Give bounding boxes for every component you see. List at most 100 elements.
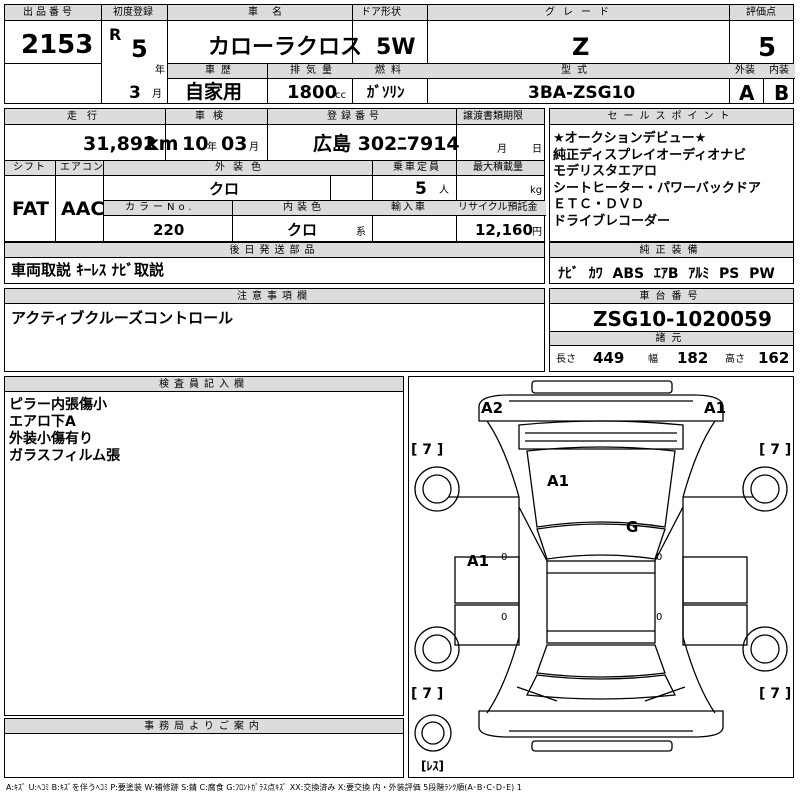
header-aircon: エアコン xyxy=(60,162,104,173)
inspector-note: ガラスフィルム張 xyxy=(9,448,121,464)
tread-rear-right: [ 7 ] xyxy=(759,686,792,702)
equipment-item: ABS xyxy=(612,266,645,282)
mileage-unit: km xyxy=(146,133,179,155)
sales-points-list: ★オークションデビュー★ 純正ディスプレイオーディオナビ モデリスタエアロ シー… xyxy=(553,131,761,230)
mark-front-right: A1 xyxy=(704,399,727,417)
inspection-month: 03 xyxy=(221,133,248,155)
ext-color: クロ xyxy=(209,180,240,198)
inspection-year-unit: 年 xyxy=(207,142,217,153)
transfer-month-unit: 月 xyxy=(497,144,507,155)
sales-point: ＥＴＣ・ＤＶＤ xyxy=(553,197,645,212)
equipment-item: PW xyxy=(749,266,775,282)
header-exterior: 外装 xyxy=(735,65,755,76)
car-diagram: A2 A1 A1 G A1 0 0 0 0 [ 7 ] [ 7 ] [ 7 ] … xyxy=(408,376,794,778)
caution-header: 注意事項欄 xyxy=(5,289,544,304)
header-plate: 登録番号 xyxy=(327,111,383,122)
capacity: 5 xyxy=(415,179,427,199)
inspection-month-unit: 月 xyxy=(249,142,259,153)
inspection-year: 10 xyxy=(182,133,209,155)
car-name: カローラクロス xyxy=(208,35,363,60)
equipment-list: ﾅﾋﾞ ｶﾜ ABS ｴｱB ｱﾙﾐ PS PW xyxy=(558,263,775,283)
length-label: 長さ xyxy=(556,354,576,365)
int-color: クロ xyxy=(287,221,318,239)
caution-section: 注意事項欄 アクティブクルーズコントロール xyxy=(4,288,545,372)
rear-parts-section: 後日発送部品 車両取説 ｷｰﾚｽ ﾅﾋﾞ取説 xyxy=(4,242,545,284)
header-model: 型式 xyxy=(561,65,593,76)
inspector-note: エアロ下A xyxy=(9,414,76,430)
specs-header: 諸元 xyxy=(550,332,793,346)
displacement: 1800 xyxy=(287,82,338,103)
header-color-no: カラーNo. xyxy=(125,202,196,213)
mark-front-left: A2 xyxy=(481,399,504,417)
sales-point: 純正ディスプレイオーディオナビ xyxy=(553,147,747,163)
rear-parts-header: 後日発送部品 xyxy=(5,243,544,258)
rear-parts-text: 車両取説 ｷｰﾚｽ ﾅﾋﾞ取説 xyxy=(11,261,164,279)
color-no: 220 xyxy=(153,221,185,239)
mark-roof: G xyxy=(626,518,639,536)
exterior-grade: A xyxy=(739,81,755,105)
door-type: 5W xyxy=(376,35,416,60)
transfer-day-unit: 日 xyxy=(532,144,542,155)
header-inspection: 車検 xyxy=(195,111,231,122)
year-unit: 年 xyxy=(155,65,165,76)
width-label: 幅 xyxy=(648,354,658,365)
mark-left-side: A1 xyxy=(467,552,490,570)
inspector-section: 検査員記入欄 ピラー内張傷小 エアロ下A 外装小傷有り ガラスフィルム張 xyxy=(4,376,404,716)
equipment-header: 純正装備 xyxy=(550,243,793,258)
tread-rear-left: [ 7 ] xyxy=(411,686,444,702)
model: 3BA-ZSG10 xyxy=(528,83,636,103)
header-door: ドア形状 xyxy=(361,7,401,18)
sales-point: ★オークションデビュー★ xyxy=(553,131,707,146)
recycle-fee: 12,160 xyxy=(475,221,533,239)
height-label: 高さ xyxy=(725,354,745,365)
header-import: 輸入車 xyxy=(391,202,427,213)
header-transfer: 譲渡書類期限 xyxy=(463,111,523,122)
int-color-unit: 系 xyxy=(356,227,366,238)
header-shift: シフト xyxy=(13,162,46,173)
equipment-item: ｴｱB xyxy=(653,266,679,282)
header-score: 評価点 xyxy=(746,7,776,18)
tread-front-right: [ 7 ] xyxy=(759,442,792,458)
office-header: 事務局よりご案内 xyxy=(5,719,403,734)
equipment-item: ｱﾙﾐ xyxy=(688,266,710,282)
header-recycle: リサイクル預託金 xyxy=(458,202,538,213)
legend: A:ｷｽﾞ U:ﾍｺﾐ B:ｷｽﾞを伴うﾍｺﾐ P:要塗装 W:補修跡 S:錆 … xyxy=(6,783,522,792)
sales-point: ドライブレコーダー xyxy=(553,213,671,229)
header-mileage: 走行 xyxy=(67,111,107,122)
inspector-note: ピラー内張傷小 xyxy=(9,397,107,413)
chassis-number: ZSG10-1020059 xyxy=(593,307,772,331)
equipment-item: ﾅﾋﾞ xyxy=(558,266,579,282)
month-unit: 月 xyxy=(152,89,162,100)
aircon: AAC xyxy=(61,198,105,220)
header-interior: 内装 xyxy=(769,65,789,76)
capacity-unit: 人 xyxy=(439,185,449,196)
header-ext-color: 外装色 xyxy=(215,162,269,173)
sales-point: シートヒーター・パワーバックドア xyxy=(553,180,761,196)
equipment-item: PS xyxy=(719,266,740,282)
equipment-item: ｶﾜ xyxy=(588,266,603,282)
displacement-unit: cc xyxy=(335,90,346,101)
grade: Z xyxy=(572,33,590,61)
middle-section: 走行 車検 登録番号 譲渡書類期限 31,892 km 10 年 03 月 広島… xyxy=(4,108,546,242)
spare-label: [ﾚｽ] xyxy=(421,759,444,773)
height-value: 162 xyxy=(758,349,790,367)
header-lot: 出品番号 xyxy=(23,7,75,18)
score: 5 xyxy=(758,33,777,63)
header-max-load: 最大積載量 xyxy=(473,162,523,173)
fuel: ｶﾞｿﾘﾝ xyxy=(367,83,405,101)
door-mark: 0 xyxy=(656,552,663,563)
tread-front-left: [ 7 ] xyxy=(411,442,444,458)
header-fuel: 燃料 xyxy=(375,65,407,76)
door-mark: 0 xyxy=(501,552,508,563)
mark-hood: A1 xyxy=(547,472,570,490)
caution-text: アクティブクルーズコントロール xyxy=(11,309,234,327)
plate-number: 広島 302ﾆ7914 xyxy=(313,133,460,155)
recycle-unit: 円 xyxy=(532,227,542,238)
inspector-notes: ピラー内張傷小 エアロ下A 外装小傷有り ガラスフィルム張 xyxy=(9,397,120,465)
header-int-color: 内装色 xyxy=(283,202,325,213)
inspector-header: 検査員記入欄 xyxy=(5,377,403,392)
top-sub-header-strip xyxy=(168,64,795,79)
header-grade: グレード xyxy=(545,7,617,18)
top-section: 出品番号 初度登録 車名 ドア形状 グレード 評価点 2153 R 5 年 カロ… xyxy=(4,4,795,105)
month: 3 xyxy=(129,83,141,103)
